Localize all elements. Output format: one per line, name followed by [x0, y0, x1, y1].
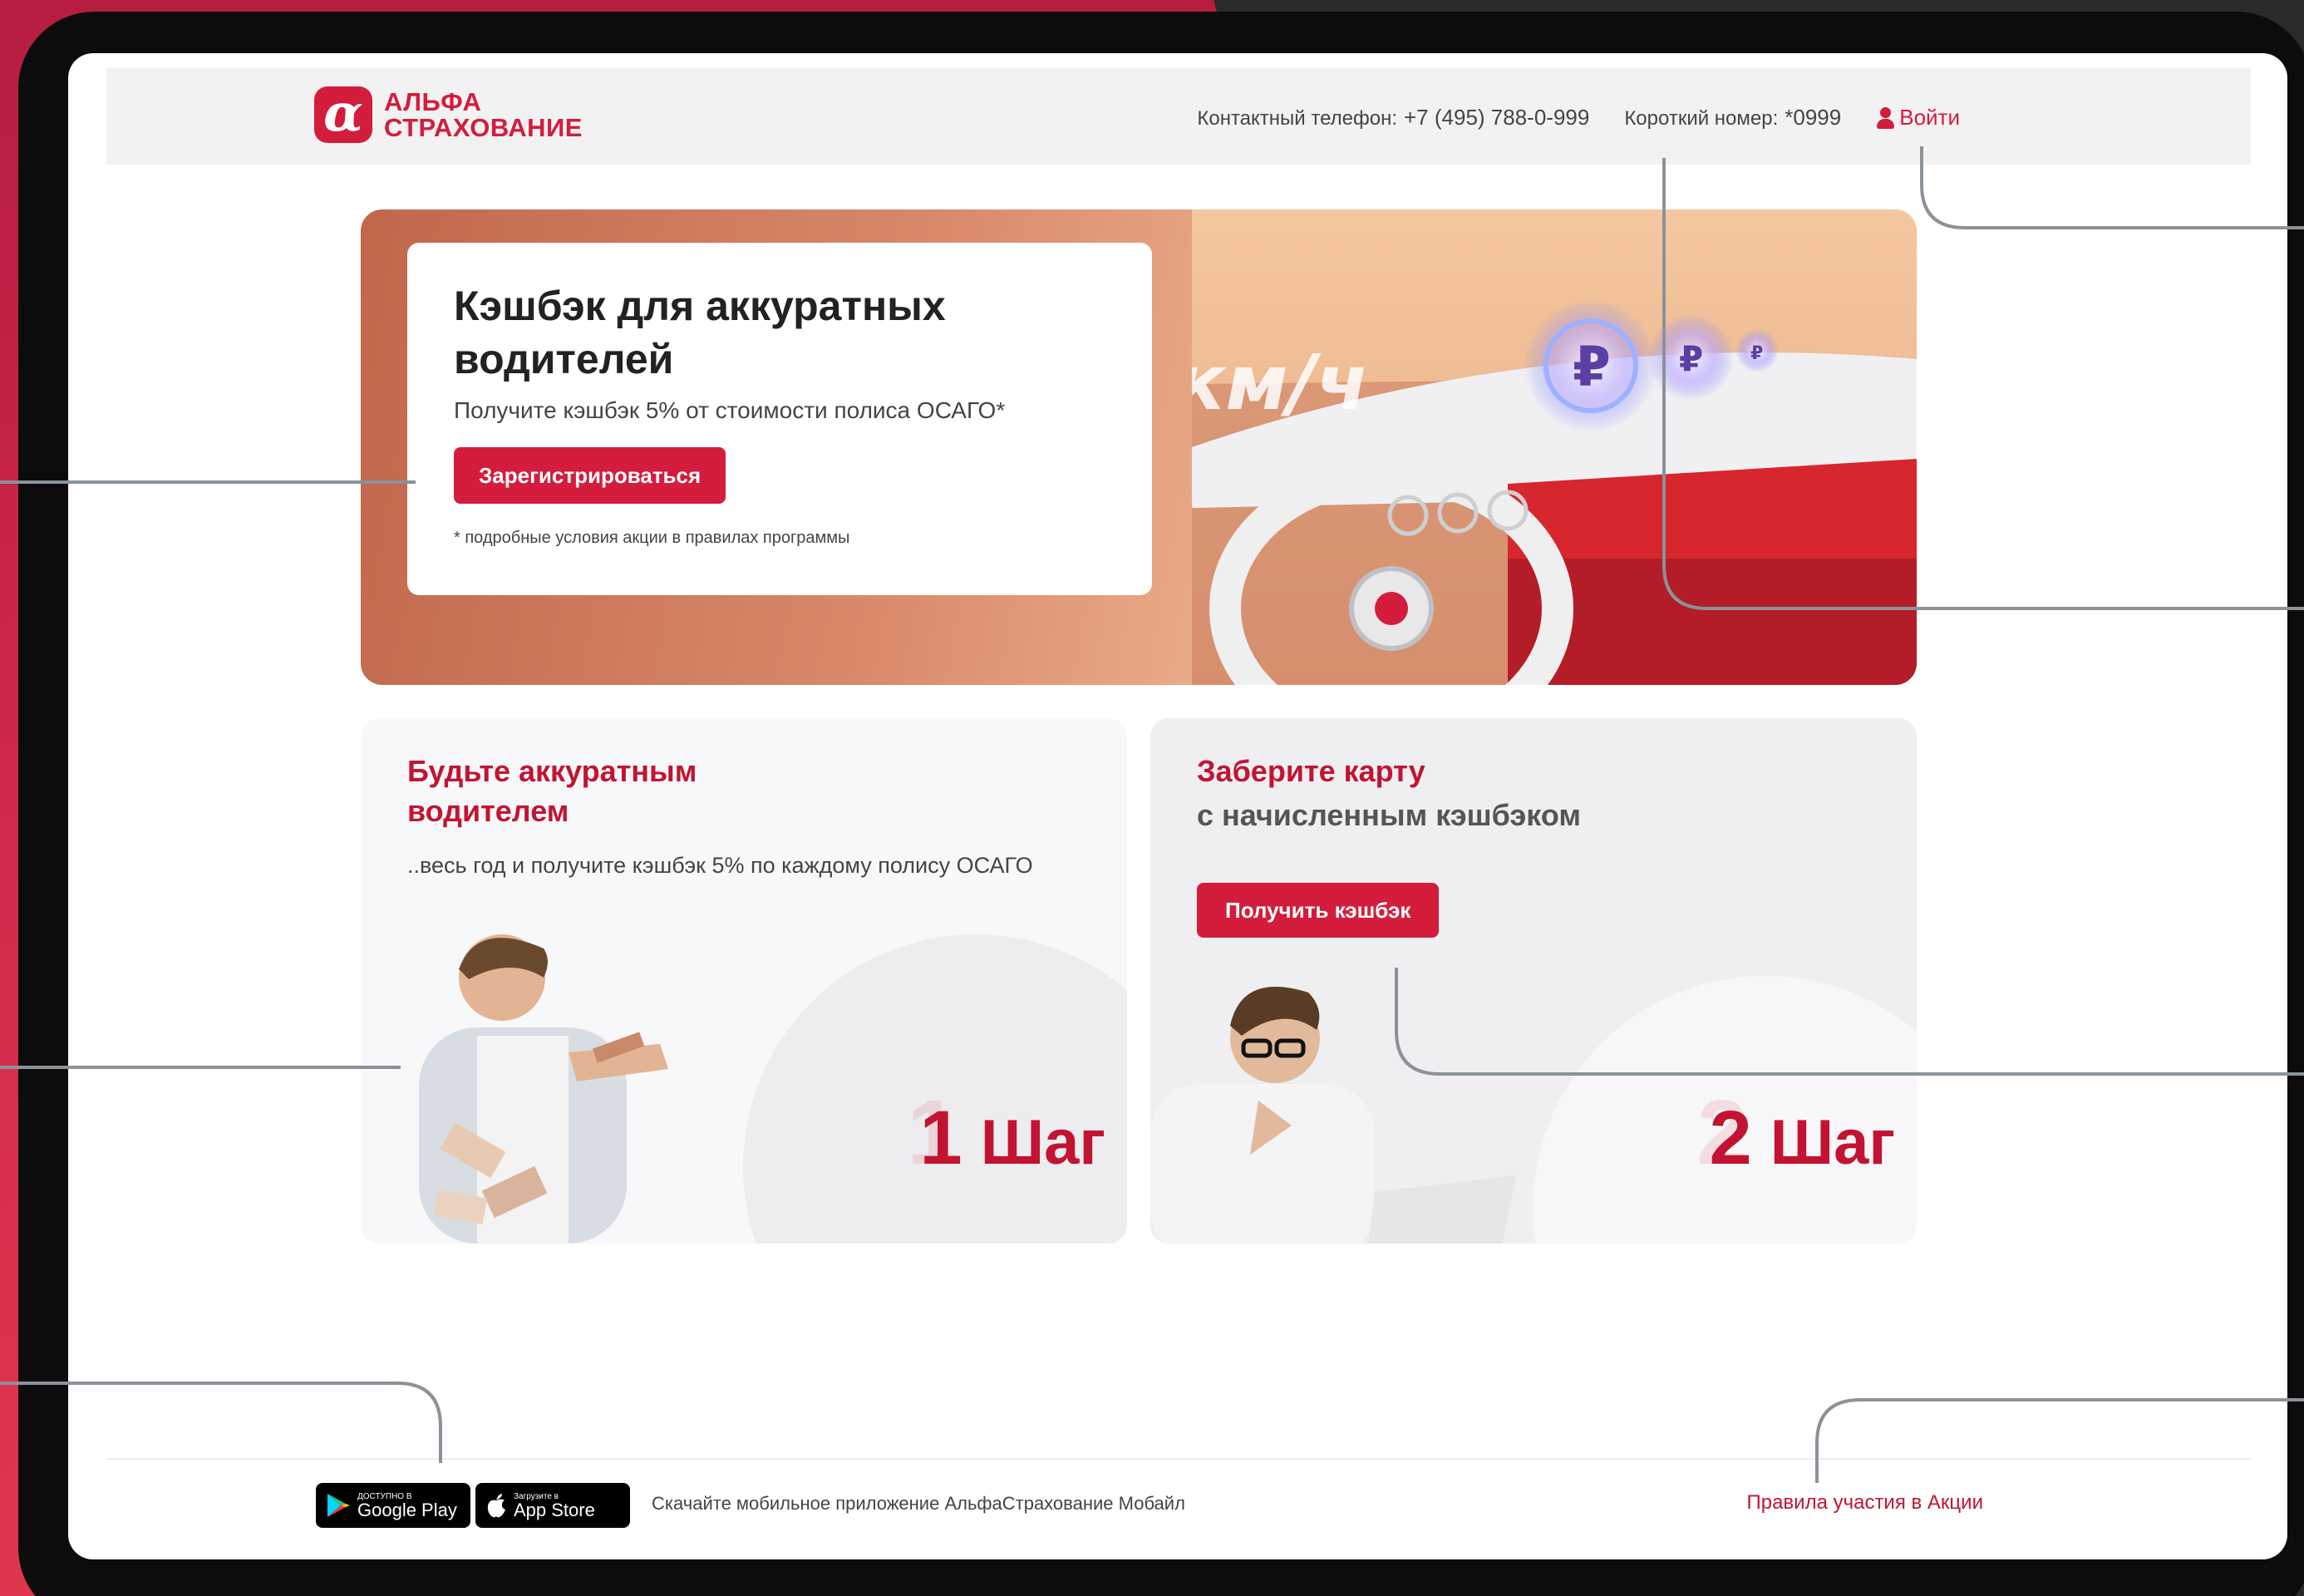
- callout-login: [1920, 146, 2304, 229]
- callout-cashback: [1395, 968, 2304, 1076]
- callout-app-badges: [0, 1382, 442, 1463]
- callout-contacts: [1662, 158, 2304, 610]
- callout-lines: [0, 146, 2304, 1483]
- callout-rules: [1815, 1398, 2304, 1483]
